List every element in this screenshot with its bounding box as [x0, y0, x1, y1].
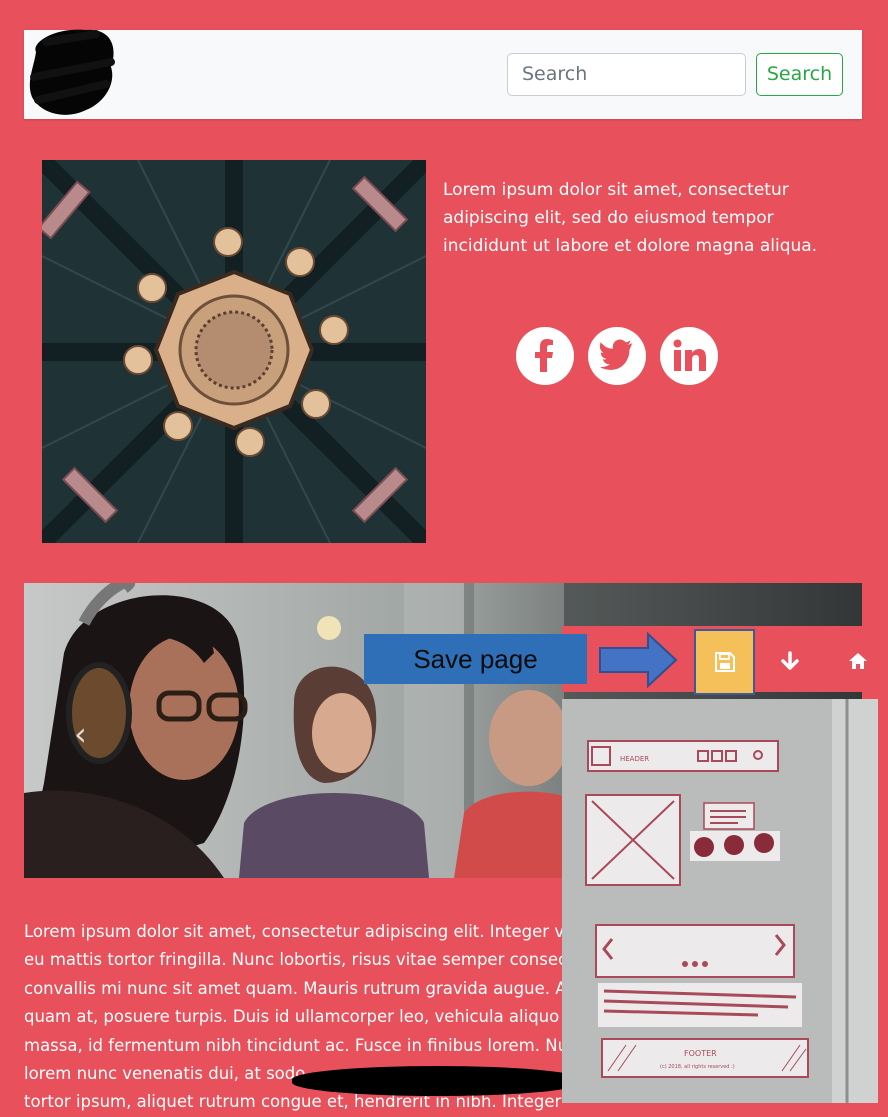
redaction-mark [292, 1066, 582, 1096]
linkedin-icon [673, 339, 706, 371]
save-page-annotation: Save page [364, 634, 587, 684]
twitter-button[interactable] [588, 327, 646, 385]
redacted-logo[interactable] [26, 22, 116, 118]
wireframe-header-label: HEADER [620, 755, 649, 763]
wireframe-footer-note: (c) 2018, all rights reserved :) [660, 1064, 735, 1070]
arrow-right-icon [599, 632, 678, 688]
facebook-button[interactable] [516, 327, 574, 385]
download-button[interactable] [777, 648, 803, 674]
search-button[interactable]: Search [756, 53, 843, 96]
arrow-down-icon [781, 651, 799, 670]
wireframe-footer-label: FOOTER [684, 1049, 717, 1058]
save-icon [714, 652, 735, 672]
save-button[interactable] [694, 629, 755, 695]
chandelier-image [42, 160, 426, 543]
search-input[interactable]: Search [507, 53, 746, 96]
home-icon [849, 653, 867, 669]
home-button[interactable] [845, 648, 871, 674]
linkedin-button[interactable] [660, 327, 718, 385]
twitter-icon [599, 339, 633, 370]
facebook-icon [535, 339, 553, 372]
carousel-prev-button[interactable]: ‹ [74, 715, 87, 753]
paper-wireframe-photo: HEADER FOOTER (c) 2018, all rights reser… [562, 699, 878, 1103]
intro-text: Lorem ipsum dolor sit amet, consectetur … [443, 180, 818, 256]
